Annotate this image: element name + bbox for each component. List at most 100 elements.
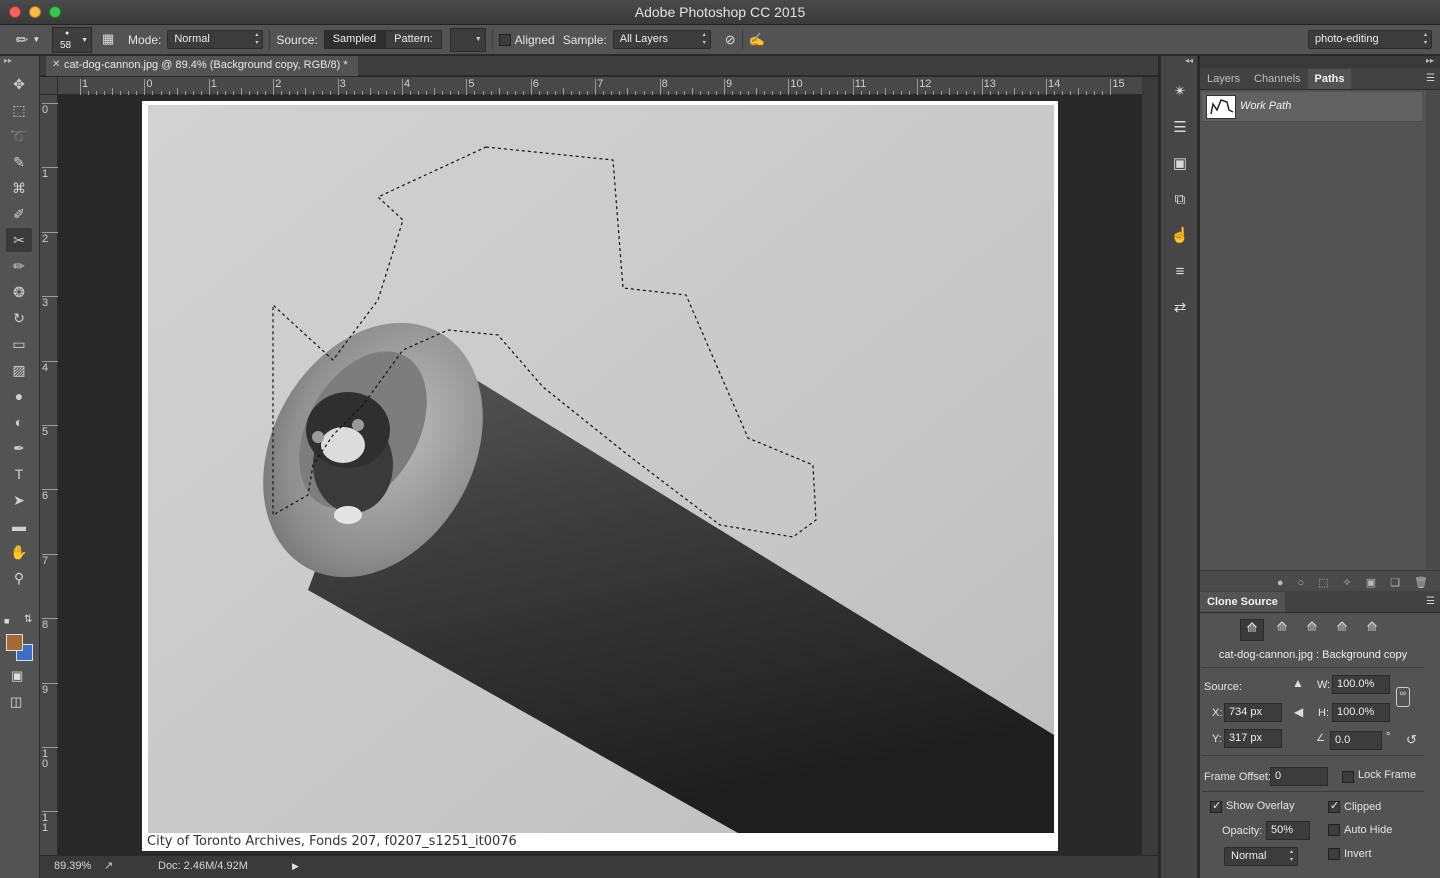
icon-strip-collapse-icon[interactable]: ◂◂	[1161, 56, 1197, 68]
flip-vertical-icon[interactable]: ▲	[1292, 676, 1304, 690]
marquee-tool-icon[interactable]: ⬚	[6, 98, 32, 122]
ruler-origin[interactable]	[40, 77, 58, 95]
auto-hide-checkbox[interactable]	[1328, 824, 1340, 836]
gradient-tool-icon[interactable]: ▨	[6, 358, 32, 382]
width-scale-field[interactable]: 100.0%	[1332, 675, 1390, 694]
status-menu-arrow-icon[interactable]: ▶	[292, 861, 299, 872]
default-colors-icon[interactable]: ■	[4, 616, 9, 626]
history-icon[interactable]: ⇄	[1166, 294, 1194, 320]
crop-tool-icon[interactable]: ⌘	[6, 176, 32, 200]
dodge-tool-icon[interactable]: ◐	[6, 410, 32, 434]
panel-collapse-icon[interactable]: ▸▸	[1200, 56, 1440, 68]
clone-source-slot-2[interactable]: ⟰	[1270, 619, 1294, 641]
pattern-picker[interactable]: ▼	[449, 27, 486, 52]
share-icon[interactable]: ↗	[104, 859, 113, 872]
healing-brush-preset-picker[interactable]: ✏ ▼	[8, 27, 48, 53]
brush-presets-icon[interactable]: ☰	[1166, 114, 1194, 140]
clone-source-icon[interactable]: ⧉	[1166, 186, 1194, 212]
reset-transform-icon[interactable]: ↺	[1406, 732, 1417, 748]
tab-paths[interactable]: Paths	[1307, 69, 1352, 89]
horizontal-ruler[interactable]: 1 0 1 2 3 4 5 6 7 8 9 10 11 12 13 14 15	[58, 77, 1142, 95]
photo-image[interactable]	[148, 105, 1054, 833]
stroke-path-icon[interactable]: ○	[1297, 577, 1304, 589]
foreground-color-swatch[interactable]	[6, 634, 23, 651]
vertical-ruler[interactable]: 0 1 2 3 4 5 6 7 8 9 1 0 1 1	[40, 95, 58, 855]
pressure-size-icon[interactable]: ✍	[749, 32, 765, 48]
panel-menu-icon[interactable]: ☰	[1421, 73, 1440, 89]
brush-panel-toggle-icon[interactable]: ▦	[102, 31, 122, 49]
shape-tool-icon[interactable]: ▬	[6, 514, 32, 538]
brush-size-picker[interactable]: ● 58 ▼	[52, 26, 92, 53]
close-icon[interactable]: ✕	[52, 59, 60, 70]
mode-select[interactable]: Normal	[167, 30, 264, 49]
eraser-tool-icon[interactable]: ▭	[6, 332, 32, 356]
clone-source-slot-3[interactable]: ⟰	[1300, 619, 1324, 641]
clipped-checkbox[interactable]	[1328, 799, 1340, 813]
tab-clone-source[interactable]: Clone Source	[1200, 592, 1285, 612]
show-overlay-checkbox[interactable]	[1210, 799, 1222, 813]
document-tab[interactable]: ✕ cat-dog-cannon.jpg @ 89.4% (Background…	[46, 56, 358, 76]
workspace-select[interactable]: photo-editing	[1308, 30, 1432, 49]
photoshop-window: Adobe Photoshop CC 2015 ✏ ▼ ● 58 ▼ ▦ Mode…	[0, 0, 1440, 878]
clone-source-slot-1[interactable]: ⟰	[1240, 619, 1264, 641]
make-work-path-icon[interactable]: ✧	[1343, 576, 1352, 589]
invert-checkbox[interactable]	[1328, 848, 1340, 860]
opacity-field[interactable]: 50%	[1266, 821, 1310, 840]
flip-horizontal-icon[interactable]: ◀	[1294, 705, 1303, 719]
actions-icon[interactable]: ☝	[1166, 222, 1194, 248]
path-name[interactable]: Work Path	[1240, 100, 1291, 112]
adjustments-icon[interactable]: ≡	[1166, 258, 1194, 284]
ignore-adjustment-layers-icon[interactable]: ⊘	[725, 32, 736, 48]
type-tool-icon[interactable]: T	[6, 462, 32, 486]
y-offset-field[interactable]: 317 px	[1224, 729, 1282, 748]
delete-path-icon[interactable]: 🗑	[1414, 576, 1428, 589]
new-path-icon[interactable]: ❏	[1390, 576, 1400, 589]
tab-channels[interactable]: Channels	[1247, 69, 1307, 89]
sample-select[interactable]: All Layers	[612, 30, 711, 49]
source-pattern-button[interactable]: Pattern:	[385, 30, 442, 49]
quick-mask-icon[interactable]: ▣	[11, 668, 23, 684]
lock-frame-checkbox[interactable]	[1342, 771, 1354, 783]
fill-path-icon[interactable]: ●	[1277, 577, 1284, 589]
clone-source-slot-5[interactable]: ⟰	[1360, 619, 1384, 641]
path-item-work-path[interactable]: Work Path	[1202, 92, 1422, 122]
x-offset-field[interactable]: 734 px	[1224, 703, 1282, 722]
overlay-blend-mode-select[interactable]: Normal	[1224, 847, 1298, 866]
height-scale-field[interactable]: 100.0%	[1332, 703, 1390, 722]
link-scale-icon[interactable]: ∞	[1396, 687, 1410, 707]
tab-layers[interactable]: Layers	[1200, 69, 1247, 89]
load-selection-icon[interactable]: ⬚	[1318, 576, 1328, 589]
brush-settings-icon[interactable]: ✴	[1166, 78, 1194, 104]
pen-tool-icon[interactable]: ✒	[6, 436, 32, 460]
screen-mode-icon[interactable]: ◫	[10, 694, 22, 710]
frame-offset-field[interactable]: 0	[1270, 767, 1328, 786]
healing-brush-tool-icon[interactable]: ✂	[6, 228, 32, 252]
angle-field[interactable]: 0.0	[1330, 731, 1382, 750]
path-selection-tool-icon[interactable]: ➤	[6, 488, 32, 512]
path-thumbnail	[1206, 95, 1236, 119]
clone-source-slot-4[interactable]: ⟰	[1330, 619, 1354, 641]
canvas-area[interactable]: City of Toronto Archives, Fonds 207, f02…	[58, 95, 1142, 855]
eyedropper-tool-icon[interactable]: ✐	[6, 202, 32, 226]
brush-tool-icon[interactable]: ✏	[6, 254, 32, 278]
aligned-checkbox[interactable]	[498, 33, 511, 46]
clone-stamp-tool-icon[interactable]: ❂	[6, 280, 32, 304]
panel-menu-icon[interactable]: ☰	[1421, 596, 1440, 612]
clone-source-divider	[1202, 791, 1424, 792]
move-tool-icon[interactable]: ✥	[6, 72, 32, 96]
lasso-tool-icon[interactable]: ➰	[6, 124, 32, 148]
hand-tool-icon[interactable]: ✋	[6, 540, 32, 564]
toolbar-collapse-icon[interactable]: ▸▸	[0, 56, 39, 70]
paths-scroll-track[interactable]	[1426, 90, 1440, 570]
source-sampled-button[interactable]: Sampled	[323, 30, 386, 49]
add-mask-icon[interactable]: ▣	[1366, 576, 1376, 589]
history-brush-tool-icon[interactable]: ↻	[6, 306, 32, 330]
blur-tool-icon[interactable]: ●	[6, 384, 32, 408]
tool-presets-icon[interactable]: ▣	[1166, 150, 1194, 176]
swap-colors-icon[interactable]: ⇅	[24, 614, 32, 625]
quick-selection-tool-icon[interactable]: ✎	[6, 150, 32, 174]
zoom-tool-icon[interactable]: ⚲	[6, 566, 32, 590]
ruler-minor-tick	[241, 88, 242, 95]
canvas-vertical-scrollbar[interactable]	[1142, 77, 1158, 855]
zoom-level[interactable]: 89.39%	[54, 860, 91, 872]
